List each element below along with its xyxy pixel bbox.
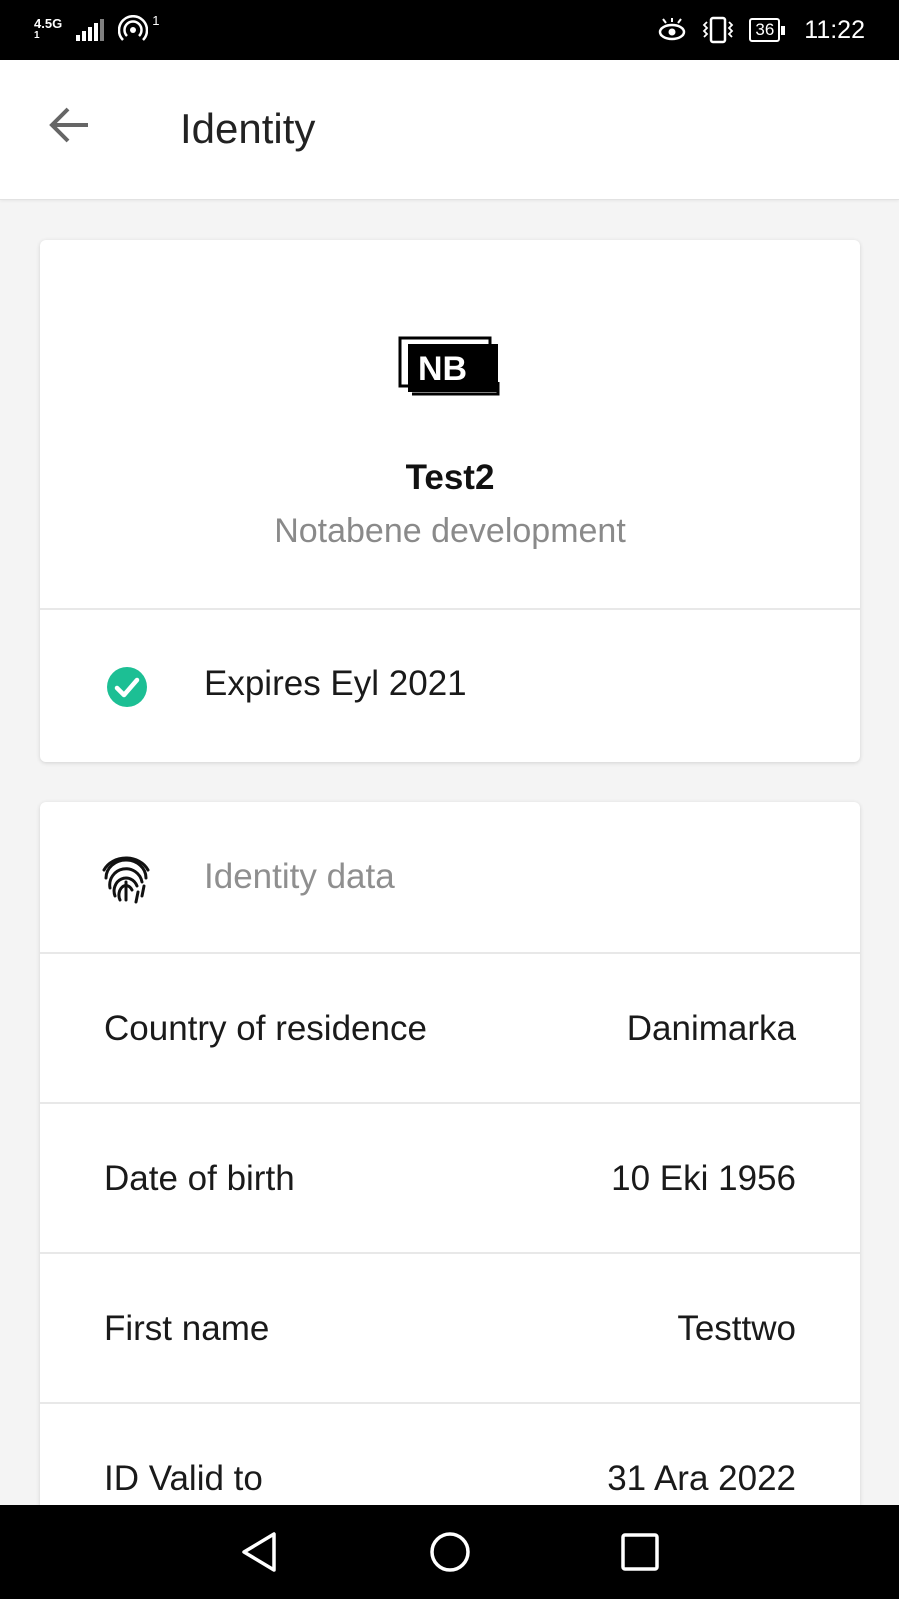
nav-recents-button[interactable] xyxy=(610,1522,670,1582)
data-row-date-of-birth[interactable]: Date of birth 10 Eki 1956 xyxy=(40,1104,860,1254)
fingerprint-icon xyxy=(102,856,150,904)
status-right: 36 11:22 xyxy=(657,16,865,45)
vibrate-icon xyxy=(703,16,734,44)
eye-comfort-icon xyxy=(659,18,686,41)
identity-card[interactable]: NB Test2 Notabene development Expires Ey… xyxy=(40,240,860,762)
identity-data-card: Identity data Country of residence Danim… xyxy=(40,802,860,1522)
field-value: 10 Eki 1956 xyxy=(611,1159,796,1198)
field-value: Testtwo xyxy=(677,1309,796,1348)
network-sub-label: 1 xyxy=(34,30,40,41)
signal-icon xyxy=(76,19,105,41)
data-row-first-name[interactable]: First name Testtwo xyxy=(40,1254,860,1404)
battery-icon: 36 xyxy=(749,18,786,42)
data-row-country[interactable]: Country of residence Danimarka xyxy=(40,954,860,1104)
identity-name: Test2 xyxy=(405,458,495,497)
field-label: ID Valid to xyxy=(104,1459,263,1498)
screen: 4.5G 1 1 36 11:22 Identity NB Test2 Nota… xyxy=(0,0,899,1599)
field-value: 31 Ara 2022 xyxy=(607,1459,796,1498)
status-left: 4.5G 1 1 xyxy=(34,12,160,45)
issuer-name: Notabene development xyxy=(274,512,626,550)
navigation-bar xyxy=(0,1505,899,1599)
notabene-logo: NB xyxy=(398,336,502,396)
hotspot-count: 1 xyxy=(152,12,160,28)
status-bar: 4.5G 1 1 36 11:22 xyxy=(0,0,899,60)
arrow-left-icon xyxy=(49,107,88,143)
field-label: First name xyxy=(104,1309,270,1348)
app-bar: Identity xyxy=(0,60,899,200)
identity-data-title: Identity data xyxy=(204,857,395,896)
back-button[interactable] xyxy=(40,100,100,150)
expiry-row: Expires Eyl 2021 xyxy=(40,612,860,762)
hotspot-icon xyxy=(118,15,149,41)
expiry-text: Expires Eyl 2021 xyxy=(204,664,467,703)
identity-data-header[interactable]: Identity data xyxy=(40,802,860,954)
nav-back-button[interactable] xyxy=(230,1522,290,1582)
triangle-back-icon xyxy=(241,1532,276,1572)
issuer-block: NB Test2 Notabene development xyxy=(40,240,860,610)
network-type-label: 4.5G xyxy=(34,16,63,31)
field-value: Danimarka xyxy=(626,1009,796,1048)
page-title: Identity xyxy=(180,105,316,152)
field-label: Date of birth xyxy=(104,1159,295,1198)
clock: 11:22 xyxy=(804,15,865,44)
square-recents-icon xyxy=(620,1533,659,1571)
nav-home-button[interactable] xyxy=(420,1522,480,1582)
circle-home-icon xyxy=(429,1532,470,1572)
network-type: 4.5G 1 xyxy=(34,16,63,42)
check-circle-icon xyxy=(107,667,147,707)
logo-text: NB xyxy=(418,350,467,388)
field-label: Country of residence xyxy=(104,1009,427,1048)
